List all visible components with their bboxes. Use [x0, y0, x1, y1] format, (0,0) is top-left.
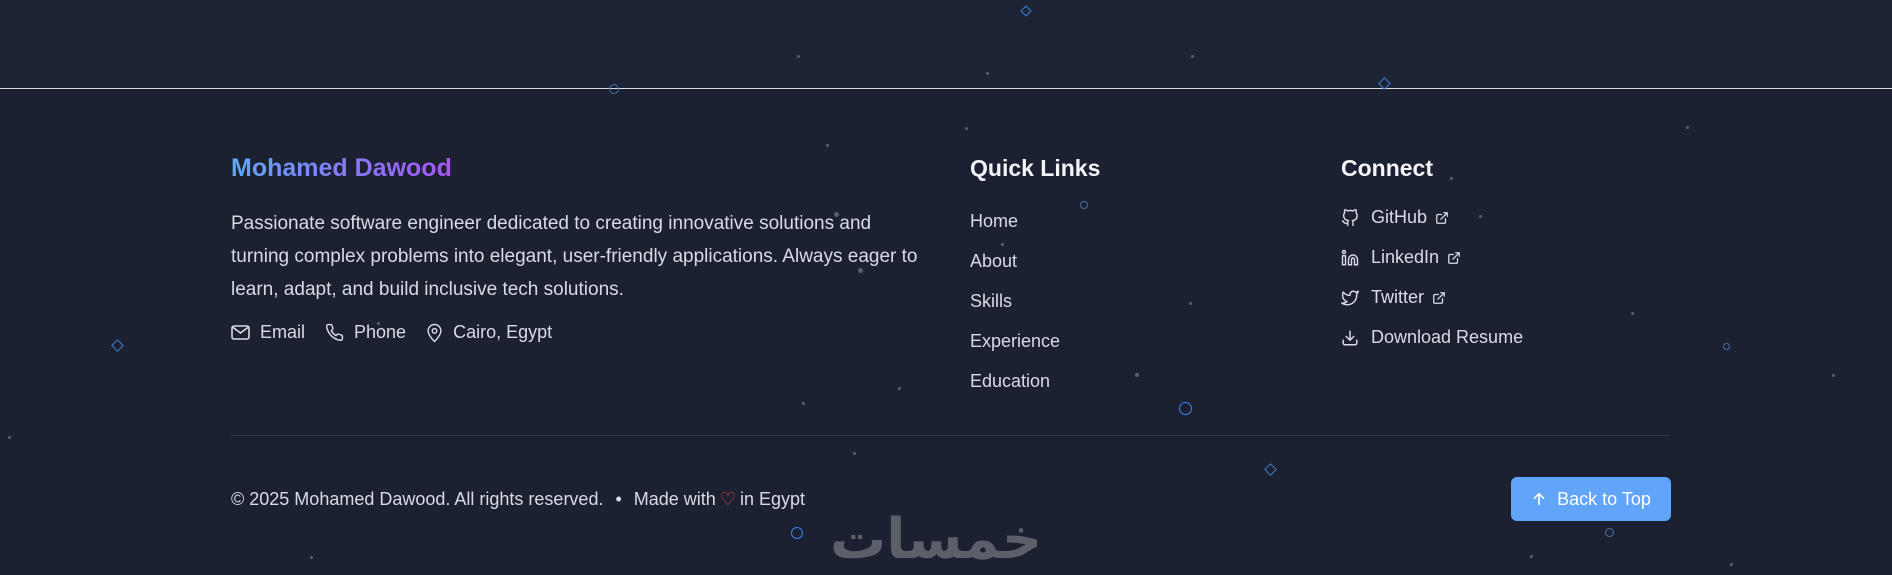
- download-resume-label: Download Resume: [1371, 327, 1524, 347]
- particle-dot: [1001, 243, 1004, 246]
- particle-dot: [1191, 55, 1194, 58]
- watermark-logo: خمسات: [830, 507, 1043, 572]
- heart-icon: ♡: [719, 489, 736, 509]
- particle-dot: [1631, 312, 1634, 315]
- connect-github-label: GitHub: [1371, 207, 1428, 227]
- section-divider-line: [0, 88, 1892, 89]
- contact-list: Email Phone Cairo, Egypt: [231, 322, 572, 343]
- particle-dot: [986, 72, 989, 75]
- back-to-top-button[interactable]: Back to Top: [1511, 477, 1671, 521]
- download-icon: [1342, 330, 1358, 345]
- particle-dot: [965, 127, 968, 130]
- particle-dot: [1189, 302, 1192, 305]
- connect-linkedin-link[interactable]: LinkedIn: [1341, 247, 1461, 268]
- connect-title: Connect: [1341, 155, 1433, 181]
- contact-email-link[interactable]: Email: [231, 322, 305, 343]
- phone-icon: [325, 323, 344, 342]
- linkedin-icon: [1341, 249, 1359, 265]
- footer-divider: [231, 435, 1671, 436]
- external-link-icon: [1433, 291, 1445, 304]
- back-to-top-label: Back to Top: [1557, 488, 1651, 509]
- particle-ring: [1723, 343, 1730, 350]
- contact-location: Cairo, Egypt: [426, 322, 552, 343]
- quick-links-title: Quick Links: [970, 155, 1101, 181]
- footer-brand-name: Mohamed Dawood: [231, 154, 452, 182]
- particle-dot: [1479, 215, 1482, 218]
- particle-dot: [1730, 563, 1733, 566]
- quick-link-education[interactable]: Education: [970, 371, 1050, 392]
- contact-phone-label: Phone: [354, 322, 407, 342]
- arrow-up-icon: [1533, 492, 1545, 506]
- particle-dot: [8, 436, 11, 439]
- quick-link-home[interactable]: Home: [970, 211, 1018, 232]
- particle-ring: [609, 84, 619, 94]
- particle-dot: [853, 452, 856, 455]
- particle-dot: [802, 402, 805, 405]
- contact-location-label: Cairo, Egypt: [453, 322, 553, 342]
- quick-link-experience[interactable]: Experience: [970, 331, 1060, 352]
- connect-twitter-link[interactable]: Twitter: [1341, 287, 1446, 308]
- particle-dot: [1686, 126, 1689, 129]
- made-with-prefix: Made with: [633, 489, 716, 509]
- particle-dot: [898, 387, 901, 390]
- contact-phone-link[interactable]: Phone: [325, 322, 406, 343]
- github-icon: [1341, 208, 1358, 226]
- twitter-icon: [1341, 290, 1359, 305]
- particle-diamond: [1264, 463, 1277, 476]
- external-link-icon: [1436, 211, 1448, 224]
- particle-dot: [826, 144, 829, 147]
- connect-github-link[interactable]: GitHub: [1341, 207, 1449, 228]
- particle-dot: [1530, 555, 1533, 558]
- particle-dot: [1135, 373, 1139, 377]
- particle-diamond: [111, 339, 124, 352]
- previous-section-background: [0, 0, 1892, 88]
- quick-link-skills[interactable]: Skills: [970, 291, 1012, 312]
- particle-dot: [1832, 374, 1835, 377]
- download-resume-link[interactable]: Download Resume: [1341, 327, 1523, 348]
- particle-dot: [310, 556, 313, 559]
- particle-ring-target: [1179, 402, 1192, 415]
- map-pin-icon: [427, 323, 442, 342]
- contact-email-label: Email: [260, 322, 306, 342]
- copyright-line: © 2025 Mohamed Dawood. All rights reserv…: [231, 489, 805, 510]
- copyright-text: © 2025 Mohamed Dawood. All rights reserv…: [231, 489, 604, 509]
- copyright-separator: •: [615, 489, 622, 509]
- particle-ring: [1080, 201, 1088, 209]
- made-with-suffix: in Egypt: [739, 489, 806, 509]
- connect-twitter-label: Twitter: [1371, 287, 1425, 307]
- mail-icon: [231, 325, 250, 340]
- particle-dot: [797, 55, 800, 58]
- quick-link-about[interactable]: About: [970, 251, 1017, 272]
- connect-linkedin-label: LinkedIn: [1371, 247, 1440, 267]
- footer-bio: Passionate software engineer dedicated t…: [231, 213, 918, 300]
- particle-ring: [1605, 528, 1614, 537]
- particle-dot: [1450, 177, 1453, 180]
- external-link-icon: [1448, 251, 1460, 264]
- particle-ring: [791, 527, 803, 539]
